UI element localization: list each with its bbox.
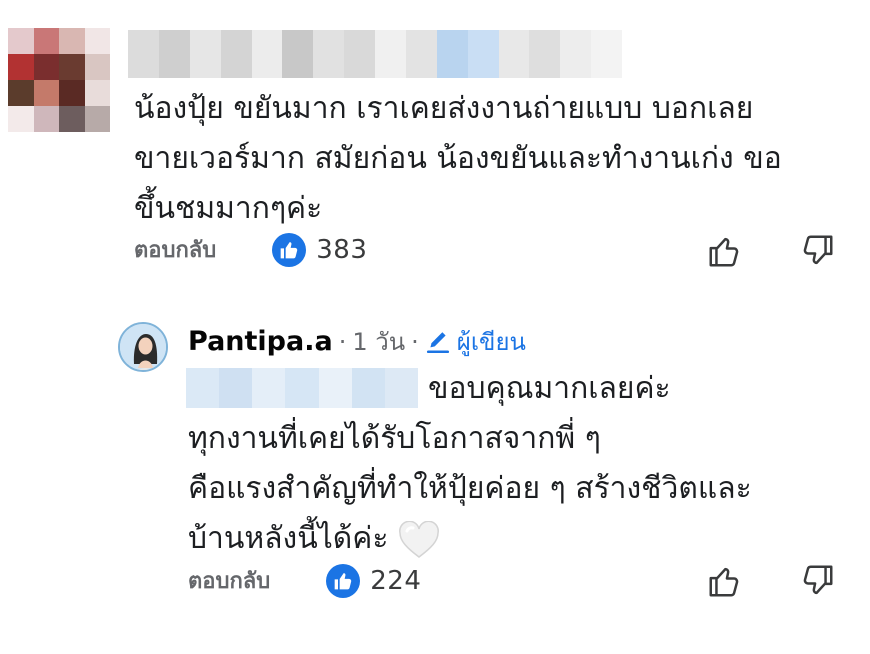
like-count-badge[interactable]: 224 <box>326 563 422 598</box>
commenter-avatar-pixelated[interactable] <box>8 28 110 132</box>
reply-button[interactable]: ตอบกลับ <box>188 563 270 598</box>
comment-line: ขายเวอร์มาก สมัยก่อน น้องขยันและทำงานเก่… <box>134 141 782 176</box>
author-avatar[interactable] <box>118 322 168 372</box>
separator-dot: · <box>338 327 347 356</box>
reply-header: Pantipa.a · 1 วัน · ผู้เขียน <box>188 322 526 361</box>
thumbs-up-outline-icon[interactable] <box>706 232 744 270</box>
like-count: 224 <box>370 565 422 596</box>
reply-line: ทุกงานที่เคยได้รับโอกาสจากพี่ ๆ <box>188 421 601 456</box>
reply-line-wrap: บ้านหลังนี้ได้ค่ะ <box>188 514 752 564</box>
thumbs-up-filled-icon <box>272 232 307 267</box>
author-name[interactable]: Pantipa.a <box>188 326 333 357</box>
separator-dot: · <box>411 327 419 356</box>
author-avatar-illustration <box>120 324 166 370</box>
comment-actions: ตอบกลับ 383 <box>134 232 367 267</box>
comment-thread: น้องปุ้ย ขยันมาก เราเคยส่งงานถ่ายแบบ บอก… <box>0 0 870 654</box>
like-count: 383 <box>316 234 368 265</box>
reply-time: 1 วัน <box>352 328 406 356</box>
thumbs-down-outline-icon[interactable] <box>798 562 836 600</box>
reply-line: บ้านหลังนี้ได้ค่ะ <box>188 521 389 556</box>
white-heart-emoji-icon <box>399 520 440 558</box>
reply-line: ขอบคุณมากเลยค่ะ <box>428 371 671 406</box>
author-badge-label: ผู้เขียน <box>456 328 526 356</box>
thumbs-up-outline-icon[interactable] <box>706 562 744 600</box>
comment-line: ขึ้นชมมากๆค่ะ <box>134 191 323 226</box>
commenter-name-blurred[interactable] <box>128 30 622 78</box>
thumbs-down-outline-icon[interactable] <box>798 232 836 270</box>
like-count-badge[interactable]: 383 <box>272 232 368 267</box>
comment-line: น้องปุ้ย ขยันมาก เราเคยส่งงานถ่ายแบบ บอก… <box>134 91 754 126</box>
reply-button[interactable]: ตอบกลับ <box>134 232 216 267</box>
author-badge: ผู้เขียน <box>425 322 526 361</box>
pencil-icon <box>426 331 449 353</box>
comment-body: น้องปุ้ย ขยันมาก เราเคยส่งงานถ่ายแบบ บอก… <box>134 84 782 234</box>
reply-actions: ตอบกลับ 224 <box>188 563 421 598</box>
reply-line: คือแรงสำคัญที่ทำให้ปุ้ยค่อย ๆ สร้างชีวิต… <box>188 471 752 506</box>
thumbs-up-filled-icon <box>326 563 361 598</box>
reply-body: ขอบคุณมากเลยค่ะ ทุกงานที่เคยได้รับโอกาสจ… <box>188 364 752 564</box>
